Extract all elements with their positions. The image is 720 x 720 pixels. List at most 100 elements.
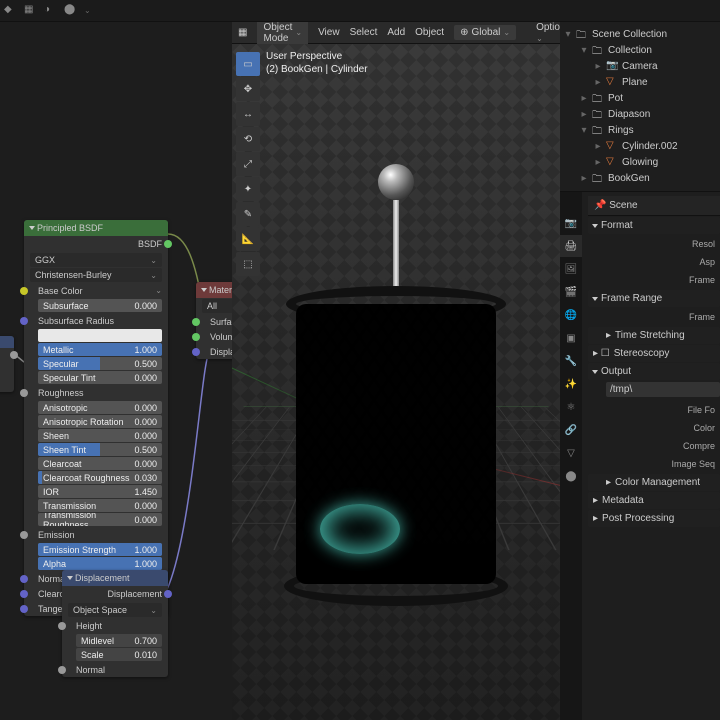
shading-dropdown-icon[interactable]: ⬤ bbox=[64, 4, 78, 18]
slider-specular-tint[interactable]: Specular Tint0.000 bbox=[38, 371, 162, 384]
panel-frame-range[interactable]: Frame Range bbox=[588, 290, 720, 307]
tab-viewlayer[interactable]: 🖼 bbox=[560, 258, 582, 280]
panel-output[interactable]: Output bbox=[588, 363, 720, 380]
collapse-icon[interactable] bbox=[29, 226, 35, 230]
prop-frame2: Frame bbox=[588, 308, 720, 326]
tool-scale[interactable]: ⤢ bbox=[236, 152, 260, 176]
tab-data[interactable]: ▽ bbox=[560, 442, 582, 464]
slider-ior[interactable]: IOR1.450 bbox=[38, 485, 162, 498]
outliner-item[interactable]: ▸🗀Pot bbox=[562, 90, 716, 106]
input-height[interactable]: Height bbox=[62, 618, 168, 633]
tool-measure[interactable]: 📐 bbox=[236, 227, 260, 251]
input-subsurface-radius[interactable]: Subsurface Radius bbox=[24, 313, 168, 328]
tab-world[interactable]: 🌐 bbox=[560, 304, 582, 326]
panel-postproc[interactable]: ▸ Post Processing bbox=[588, 510, 720, 527]
output-socket[interactable]: Displacement bbox=[62, 586, 168, 602]
outliner-item[interactable]: ▸🗀BookGen bbox=[562, 170, 716, 186]
slider-transmission[interactable]: Transmission0.000 bbox=[38, 499, 162, 512]
pin-icon[interactable]: 📌 bbox=[594, 200, 606, 211]
slider-metallic[interactable]: Metallic1.000 bbox=[38, 343, 162, 356]
mode-select[interactable]: Object Mode⌄ bbox=[257, 22, 308, 46]
outliner-item[interactable]: ▸▽Plane bbox=[562, 74, 716, 90]
slider-clearcoat[interactable]: Clearcoat0.000 bbox=[38, 457, 162, 470]
node-principled-bsdf[interactable]: Principled BSDF BSDF GGX⌄ Christensen-Bu… bbox=[24, 220, 168, 616]
menu-select[interactable]: Select bbox=[350, 27, 378, 38]
input-emission[interactable]: Emission bbox=[24, 527, 168, 542]
3d-viewport[interactable]: ▦ Object Mode⌄ View Select Add Object ⊕G… bbox=[232, 22, 560, 720]
distribution-select[interactable]: GGX⌄ bbox=[30, 253, 162, 267]
tool-annotate[interactable]: ✎ bbox=[236, 202, 260, 226]
tool-transform[interactable]: ✦ bbox=[236, 177, 260, 201]
viewport-toolbar: ▭ ✥ ↔ ⟲ ⤢ ✦ ✎ 📐 ⬚ bbox=[236, 52, 260, 276]
output-path-field[interactable]: /tmp\ bbox=[606, 382, 720, 397]
outliner[interactable]: ▾🗀 Scene Collection ▾🗀Collection▸📷Camera… bbox=[560, 22, 720, 192]
chevron-down-icon: ⌄ bbox=[84, 6, 94, 16]
outliner-item[interactable]: ▾🗀Collection bbox=[562, 42, 716, 58]
col-icon: 🗀 bbox=[592, 108, 604, 120]
node-stub[interactable] bbox=[0, 336, 14, 392]
input-normal[interactable]: Normal bbox=[62, 662, 168, 677]
panel-color-mgmt[interactable]: ▸ Color Management bbox=[588, 474, 720, 491]
editor-type-icon[interactable]: ▦ bbox=[238, 27, 247, 38]
slider-sheen[interactable]: Sheen0.000 bbox=[38, 429, 162, 442]
outliner-item[interactable]: ▸📷Camera bbox=[562, 58, 716, 74]
collapse-icon[interactable] bbox=[201, 288, 207, 292]
prop-imgseq: Image Seq bbox=[588, 455, 720, 473]
col-icon: 🗀 bbox=[592, 44, 604, 56]
tool-cursor[interactable]: ✥ bbox=[236, 77, 260, 101]
output-socket[interactable]: BSDF bbox=[24, 236, 168, 252]
panel-time-stretch[interactable]: ▸ Time Stretching bbox=[588, 327, 720, 344]
outliner-item[interactable]: ▸🗀Diapason bbox=[562, 106, 716, 122]
workspace-icon[interactable]: ▦ bbox=[24, 4, 38, 18]
properties-body[interactable]: 📌 Scene Format Resol Asp Frame Frame Ran… bbox=[582, 192, 720, 720]
menu-view[interactable]: View bbox=[318, 27, 340, 38]
sss-method-select[interactable]: Christensen-Burley⌄ bbox=[30, 268, 162, 282]
tab-render[interactable]: 📷 bbox=[560, 212, 582, 234]
slider-transmission-roughness[interactable]: Transmission Roughness0.000 bbox=[38, 513, 162, 526]
tab-object[interactable]: ▣ bbox=[560, 327, 582, 349]
node-displacement[interactable]: Displacement Displacement Object Space⌄ … bbox=[62, 570, 168, 677]
tool-rotate[interactable]: ⟲ bbox=[236, 127, 260, 151]
slider-sheen-tint[interactable]: Sheen Tint0.500 bbox=[38, 443, 162, 456]
workspace-icon[interactable]: ◑ bbox=[44, 4, 58, 18]
slider-specular[interactable]: Specular0.500 bbox=[38, 357, 162, 370]
slider-clearcoat-roughness[interactable]: Clearcoat Roughness0.030 bbox=[38, 471, 162, 484]
slider-emission-strength[interactable]: Emission Strength1.000 bbox=[38, 543, 162, 556]
tab-output[interactable]: 🖨 bbox=[560, 235, 582, 257]
outliner-item[interactable]: ▸▽Glowing bbox=[562, 154, 716, 170]
viewport-canvas[interactable] bbox=[232, 44, 560, 720]
shader-editor[interactable]: Principled BSDF BSDF GGX⌄ Christensen-Bu… bbox=[0, 22, 232, 720]
input-base-color[interactable]: Base Color⌄ bbox=[24, 283, 168, 298]
outliner-item[interactable]: ▾🗀Rings bbox=[562, 122, 716, 138]
prop-fileformat: File Fo bbox=[588, 401, 720, 419]
slider-anisotropic-rotation[interactable]: Anisotropic Rotation0.000 bbox=[38, 415, 162, 428]
tab-modifiers[interactable]: 🔧 bbox=[560, 350, 582, 372]
tool-add[interactable]: ⬚ bbox=[236, 252, 260, 276]
menu-add[interactable]: Add bbox=[387, 27, 405, 38]
tab-material[interactable]: ⬤ bbox=[560, 465, 582, 487]
outliner-item[interactable]: ▸▽Cylinder.002 bbox=[562, 138, 716, 154]
input-roughness[interactable]: Roughness bbox=[24, 385, 168, 400]
tab-scene[interactable]: 🎬 bbox=[560, 281, 582, 303]
slider-subsurface[interactable]: Subsurface0.000 bbox=[38, 299, 162, 312]
menu-object[interactable]: Object bbox=[415, 27, 444, 38]
space-select[interactable]: Object Space⌄ bbox=[68, 603, 162, 617]
slider-scale[interactable]: Scale0.010 bbox=[76, 648, 162, 661]
mesh-icon: ▽ bbox=[606, 140, 618, 152]
options-dropdown[interactable]: Options ⌄ bbox=[536, 22, 560, 44]
slider-alpha[interactable]: Alpha1.000 bbox=[38, 557, 162, 570]
tool-move[interactable]: ↔ bbox=[236, 102, 260, 126]
outliner-root[interactable]: ▾🗀 Scene Collection bbox=[562, 26, 716, 42]
tab-physics[interactable]: ⚛ bbox=[560, 396, 582, 418]
collapse-icon[interactable] bbox=[67, 576, 73, 580]
panel-stereoscopy[interactable]: ▸ ☐ Stereoscopy bbox=[588, 345, 720, 362]
tab-particles[interactable]: ✨ bbox=[560, 373, 582, 395]
slider-anisotropic[interactable]: Anisotropic0.000 bbox=[38, 401, 162, 414]
slider-midlevel[interactable]: Midlevel0.700 bbox=[76, 634, 162, 647]
tool-select-box[interactable]: ▭ bbox=[236, 52, 260, 76]
orientation-select[interactable]: ⊕Global⌄ bbox=[454, 25, 516, 40]
tab-constraints[interactable]: 🔗 bbox=[560, 419, 582, 441]
panel-format[interactable]: Format bbox=[588, 217, 720, 234]
color-subsurface-color[interactable] bbox=[38, 329, 162, 342]
panel-metadata[interactable]: ▸ Metadata bbox=[588, 492, 720, 509]
